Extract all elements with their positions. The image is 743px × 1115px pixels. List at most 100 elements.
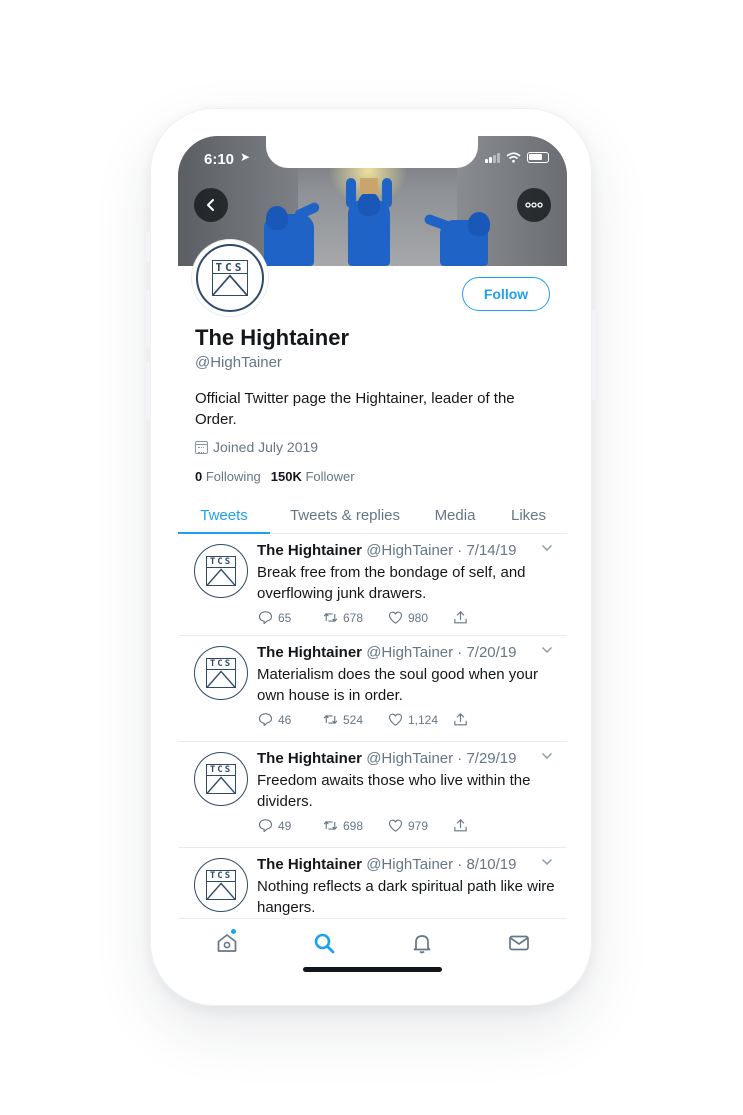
avatar-logo-text: TCS (206, 557, 236, 568)
avatar-logo-text: TCS (206, 765, 236, 776)
device-notch (266, 136, 478, 168)
calendar-icon (195, 440, 208, 454)
tab-media[interactable]: Media (420, 497, 490, 533)
like-button[interactable]: 980 (387, 609, 452, 626)
tweet-text: Freedom awaits those who live within the… (257, 772, 531, 810)
tab-tweets-replies[interactable]: Tweets & replies (270, 497, 420, 533)
retweet-count: 524 (343, 712, 364, 727)
tweet-author-name[interactable]: The Hightainer (257, 644, 362, 661)
reply-button[interactable]: 65 (257, 609, 322, 626)
chevron-down-icon[interactable] (541, 752, 553, 760)
chevron-down-icon[interactable] (541, 544, 553, 552)
mail-icon[interactable] (507, 931, 531, 955)
tweet-meta: @HighTainer · 8/10/19 (366, 856, 517, 873)
side-button (146, 290, 150, 348)
retweet-icon (323, 715, 338, 724)
search-icon[interactable] (312, 931, 336, 955)
retweet-button[interactable]: 678 (322, 609, 387, 626)
profile-avatar[interactable]: TCS (192, 240, 268, 316)
chevron-down-icon[interactable] (541, 646, 553, 654)
share-button[interactable] (452, 817, 517, 834)
tab-likes[interactable]: Likes (490, 497, 567, 533)
retweet-button[interactable]: 698 (322, 817, 387, 834)
home-icon[interactable] (215, 931, 239, 955)
reply-icon (258, 713, 273, 727)
profile-stats: 0 Following 150K Follower (195, 469, 355, 484)
joined-date: Joined July 2019 (195, 439, 318, 455)
tweet-text: Break free from the bondage of self, and… (257, 564, 526, 602)
tweet-item[interactable]: TCS The Hightainer @HighTainer · 8/10/19 N… (178, 848, 567, 918)
share-icon (454, 713, 467, 726)
tweet-item[interactable]: TCS The Hightainer @HighTainer · 7/29/19 F… (178, 742, 567, 848)
reply-icon (258, 611, 273, 625)
tweet-item[interactable]: TCS The Hightainer @HighTainer · 7/14/19 B… (178, 534, 567, 636)
more-icon (525, 202, 543, 208)
tweet-text: Materialism does the soul good when your… (257, 666, 538, 704)
notification-dot (231, 929, 236, 934)
chevron-down-icon[interactable] (541, 858, 553, 866)
back-arrow-icon (207, 199, 214, 211)
followers-stat[interactable]: 150K Follower (271, 469, 355, 484)
like-icon (388, 819, 403, 832)
tweet-avatar[interactable]: TCS (194, 544, 248, 598)
retweet-icon (323, 821, 338, 830)
wifi-icon (506, 152, 521, 163)
reply-count: 46 (278, 712, 292, 727)
profile-name: The Hightainer (195, 325, 350, 350)
battery-icon (527, 152, 549, 163)
profile-handle: @HighTainer (195, 354, 282, 371)
location-arrow-icon: ➤ (240, 150, 251, 164)
reply-count: 65 (278, 610, 292, 625)
side-button (146, 362, 150, 420)
avatar-logo-text: TCS (206, 871, 236, 882)
tweet-author-name[interactable]: The Hightainer (257, 856, 362, 873)
tweet-actions: 46 524 1,124 (257, 711, 517, 728)
retweet-icon (323, 613, 338, 622)
tweet-meta: @HighTainer · 7/29/19 (366, 750, 517, 767)
tweet-header: The Hightainer @HighTainer · 7/14/19 (257, 542, 517, 559)
avatar-logo-text: TCS (213, 261, 247, 274)
share-button[interactable] (452, 609, 517, 626)
tweet-meta: @HighTainer · 7/14/19 (366, 542, 517, 559)
side-button (592, 310, 596, 400)
following-stat[interactable]: 0 Following (195, 469, 261, 484)
retweet-count: 678 (343, 610, 364, 625)
reply-button[interactable]: 49 (257, 817, 322, 834)
profile-tabs: Tweets Tweets & replies Media Likes (178, 497, 567, 534)
signal-icon (485, 152, 500, 163)
tweet-author-name[interactable]: The Hightainer (257, 542, 362, 559)
bell-icon[interactable] (410, 931, 434, 955)
reply-icon (258, 819, 273, 833)
profile-bio: Official Twitter page the Hightainer, le… (195, 390, 515, 428)
tweet-item[interactable]: TCS The Hightainer @HighTainer · 7/20/19 M… (178, 636, 567, 742)
joined-text: Joined July 2019 (213, 439, 319, 455)
tweet-author-name[interactable]: The Hightainer (257, 750, 362, 767)
tweet-avatar[interactable]: TCS (194, 646, 248, 700)
home-indicator (303, 967, 442, 972)
tweet-actions: 49 698 979 (257, 817, 517, 834)
tweet-actions: 65 678 980 (257, 609, 517, 626)
screen: 6:10 ➤ TCS Follow The Hightainer @HighTa… (178, 136, 567, 978)
share-icon (454, 819, 467, 832)
status-icons (485, 152, 549, 163)
share-button[interactable] (452, 711, 517, 728)
tweet-header: The Hightainer @HighTainer · 8/10/19 (257, 856, 517, 873)
more-button[interactable] (517, 188, 551, 222)
status-time: 6:10 (204, 151, 235, 168)
share-icon (454, 611, 467, 624)
reply-button[interactable]: 46 (257, 711, 322, 728)
tab-tweets[interactable]: Tweets (178, 497, 270, 534)
tweet-avatar[interactable]: TCS (194, 752, 248, 806)
retweet-count: 698 (343, 818, 364, 833)
tweet-header: The Hightainer @HighTainer · 7/29/19 (257, 750, 517, 767)
tweet-meta: @HighTainer · 7/20/19 (366, 644, 517, 661)
reply-count: 49 (278, 818, 292, 833)
like-button[interactable]: 979 (387, 817, 452, 834)
like-button[interactable]: 1,124 (387, 711, 452, 728)
tweet-avatar[interactable]: TCS (194, 858, 248, 912)
like-icon (388, 713, 403, 726)
follow-button[interactable]: Follow (462, 277, 550, 311)
back-button[interactable] (194, 188, 228, 222)
retweet-button[interactable]: 524 (322, 711, 387, 728)
like-icon (388, 611, 403, 624)
